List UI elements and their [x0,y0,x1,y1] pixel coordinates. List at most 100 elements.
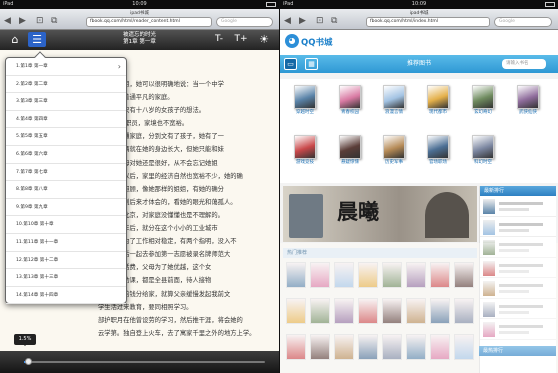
qq-logo-icon: ◕ [285,34,299,48]
font-smaller-button[interactable]: T- [211,32,227,47]
category-item[interactable]: 穿越时空 [288,85,322,117]
forward-icon[interactable]: ▶ [299,16,306,26]
progress-slider[interactable] [24,358,265,365]
safari-toolbar: ipad书城 ◀ ▶ ⊡ ⧉ fbook.qq.com/html/index.h… [280,9,558,30]
chapter-item[interactable]: 13.第13章 第十三章 [6,269,126,287]
bookmarks-icon[interactable]: ⊡ [316,16,324,26]
site-header: ◕ QQ书城 [280,30,558,55]
category-label: 科幻时空 [474,160,492,165]
screenshot: iPad 10:09 ipad书城 ◀ ▶ ⊡ ⧉ fbook.qq.com/h… [0,0,558,373]
chapter-label: 13.第13章 第十三章 [16,275,59,281]
category-label: 青春校园 [341,110,359,115]
brightness-icon[interactable]: ☀ [257,32,271,47]
progress-knob[interactable] [24,358,32,365]
category-label: 武侠仙侠 [519,110,537,115]
bookmarks-icon[interactable]: ⊡ [36,16,44,26]
reader-toolbar: ⌂ ☰ 被遗忘的时光 第1章 第一章 T- T+ ☀ [0,30,279,50]
category-grid: 穿越时空 青春校园 浪漫言情 现代都市 玄幻奇幻 武侠仙侠游戏竞技 悬疑惊悚 历史军事 官场职场… [280,79,558,183]
chapter-label: 5.第5章 第五章 [16,134,48,140]
chapter-label: 8.第8章 第八章 [16,187,48,193]
tabs-icon[interactable]: ⧉ [51,16,57,26]
category-cover [427,135,449,159]
chapter-item[interactable]: 7.第7章 第七章 [6,164,126,182]
category-item[interactable]: 悬疑惊悚 [333,135,367,167]
chapter-label: 2.第2章 第二章 [16,81,48,87]
chapter-label: 9.第9章 第九章 [16,204,48,210]
category-item[interactable]: 历史军事 [377,135,411,167]
url-field[interactable]: fbook.qq.com/html/index.html [366,17,490,27]
clock: 10:09 [132,1,147,7]
chapter-item[interactable]: 11.第11章 第十一章 [6,234,126,252]
chapter-item[interactable]: 2.第2章 第二章 [6,76,126,94]
category-cover [294,85,316,109]
category-label: 历史军事 [385,160,403,165]
chapter-item[interactable]: 14.第14章 第十四章 [6,287,126,305]
chapter-label: 14.第14章 第十四章 [16,292,59,298]
chapter-menu: 1.第1章 第一章 › 2.第2章 第二章 3.第3章 第三章 4.第4章 第四章 5.第… [5,51,127,305]
category-item[interactable]: 玄幻奇幻 [466,85,500,117]
chapter-item[interactable]: 5.第5章 第五章 [6,128,126,146]
url-field[interactable]: fbook.qq.com/html/reader_content.html [86,17,212,27]
status-bar: iPad 10:09 [280,0,558,9]
category-item[interactable]: 武侠仙侠 [511,85,545,117]
category-label: 官场职场 [429,160,447,165]
chapter-item[interactable]: 8.第8章 第八章 [6,181,126,199]
site-logo[interactable]: QQ书城 [301,36,332,48]
category-item[interactable]: 科幻时空 [466,135,500,167]
banner-title: 晨曦 [337,199,379,224]
clock: 10:09 [411,1,427,7]
category-cover [517,85,539,109]
list-view-icon[interactable]: ▭ [284,58,297,70]
ranking-title: 最新排行 [480,186,556,196]
chapter-item[interactable]: 9.第9章 第九章 [6,199,126,217]
category-item[interactable]: 浪漫言情 [377,85,411,117]
chapter-item[interactable]: 12.第12章 第十二章 [6,252,126,270]
chapter-item[interactable]: 6.第6章 第六章 [6,146,126,164]
category-item[interactable]: 游戏竞技 [288,135,322,167]
promo-banner[interactable]: 晨曦 [283,186,477,242]
search-field[interactable]: Google [494,17,552,27]
category-label: 现代都市 [429,110,447,115]
category-label: 玄幻奇幻 [474,110,492,115]
category-cover [339,135,361,159]
battery-icon [545,2,555,7]
banner-figure [289,194,323,238]
reader-pane: iPad 10:09 ipad书城 ◀ ▶ ⊡ ⧉ fbook.qq.com/h… [0,0,279,373]
battery-icon [266,2,276,7]
back-icon[interactable]: ◀ [4,16,11,26]
ranking-subtext [499,228,529,232]
category-item[interactable]: 现代都市 [421,85,455,117]
ranking-text [499,202,543,205]
status-bar: iPad 10:09 [0,0,279,9]
category-cover [427,85,449,109]
chapter-label: 10.第10章 第十章 [16,222,54,228]
chapter-item[interactable]: 1.第1章 第一章 › [6,58,126,76]
category-cover [472,85,494,109]
category-item[interactable]: 官场职场 [421,135,455,167]
chapter-label: 12.第12章 第十二章 [16,257,59,263]
category-label: 浪漫言情 [385,110,403,115]
category-item[interactable]: 青春校园 [333,85,367,117]
chapter-label: 11.第11章 第十一章 [16,239,59,245]
book-search-input[interactable]: 请输入书名 [502,59,546,69]
forward-icon[interactable]: ▶ [19,16,26,26]
grid-view-icon[interactable]: ▦ [305,58,318,70]
search-field[interactable]: Google [216,17,273,27]
ranking-item[interactable] [480,196,556,217]
category-cover [339,85,361,109]
chapter-item[interactable]: 10.第10章 第十章 [6,216,126,234]
category-cover [383,135,405,159]
back-icon[interactable]: ◀ [284,16,291,26]
font-larger-button[interactable]: T+ [233,32,249,47]
chapter-item[interactable]: 3.第3章 第三章 [6,93,126,111]
tabs-icon[interactable]: ⧉ [331,16,337,26]
progress-bar [0,351,279,373]
category-cover [383,85,405,109]
safari-toolbar: ipad书城 ◀ ▶ ⊡ ⧉ fbook.qq.com/html/reader_… [0,9,279,30]
banner-figure [425,192,469,238]
text-line: 部护职月在他曾设劳的学习，然后推干涯，将会她的 [98,316,243,324]
ranking-item[interactable] [480,217,556,237]
ranking-cover [483,219,495,235]
chevron-right-icon: › [117,62,121,71]
chapter-item[interactable]: 4.第4章 第四章 [6,111,126,129]
